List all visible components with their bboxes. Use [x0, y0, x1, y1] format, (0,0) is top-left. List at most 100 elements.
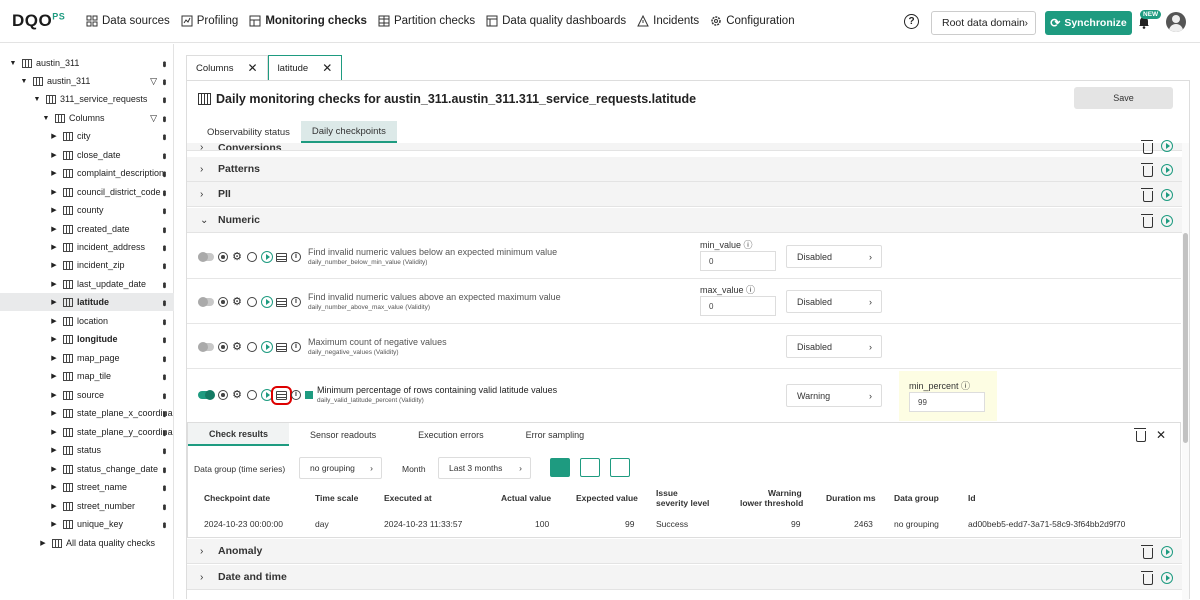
tab-execution-errors[interactable]: Execution errors: [397, 423, 505, 446]
more-options-icon[interactable]: •••: [158, 504, 169, 509]
more-options-icon[interactable]: •••: [158, 356, 169, 361]
enable-toggle[interactable]: [198, 390, 215, 400]
more-options-icon[interactable]: •••: [158, 300, 169, 305]
scrollbar[interactable]: [1182, 143, 1189, 600]
settings-gear-icon[interactable]: ⚙: [232, 252, 242, 263]
expand-right-icon[interactable]: ▶: [49, 446, 59, 454]
more-options-icon[interactable]: •••: [158, 227, 169, 232]
more-options-icon[interactable]: •••: [158, 171, 169, 176]
more-options-icon[interactable]: •••: [158, 61, 169, 66]
tree-item-columns[interactable]: ▼ Columns ••• ▽: [0, 109, 174, 127]
nav-data-sources[interactable]: Data sources: [86, 15, 170, 27]
more-options-icon[interactable]: •••: [158, 79, 169, 84]
more-options-icon[interactable]: •••: [158, 282, 169, 287]
tree-item-unique-key[interactable]: ▶ unique_key •••: [0, 515, 174, 533]
expand-right-icon[interactable]: ▶: [49, 317, 59, 325]
category-patterns[interactable]: › Patterns: [187, 157, 1189, 182]
results-icon[interactable]: [271, 386, 292, 405]
tree-item-close-date[interactable]: ▶ close_date •••: [0, 146, 174, 164]
info-icon[interactable]: i: [291, 390, 301, 400]
more-options-icon[interactable]: •••: [158, 134, 169, 139]
settings-gear-icon[interactable]: ⚙: [232, 342, 242, 353]
run-icon[interactable]: [1161, 189, 1173, 201]
tree-item-street-name[interactable]: ▶ street_name •••: [0, 478, 174, 496]
target-icon[interactable]: [218, 252, 228, 262]
expand-right-icon[interactable]: ▶: [49, 391, 59, 399]
synchronize-button[interactable]: ⟳ Synchronize: [1045, 11, 1132, 35]
tree-item-latitude[interactable]: ▶ latitude •••: [0, 293, 174, 311]
category-conversions[interactable]: › Conversions: [187, 143, 1189, 151]
nav-partition-checks[interactable]: Partition checks: [378, 15, 475, 27]
tree-item-last-update-date[interactable]: ▶ last_update_date •••: [0, 275, 174, 293]
settings-gear-icon[interactable]: ⚙: [232, 297, 242, 308]
expand-right-icon[interactable]: ▶: [49, 132, 59, 140]
tab-observability-status[interactable]: Observability status: [196, 121, 301, 143]
trash-icon[interactable]: [1141, 188, 1153, 202]
expand-right-icon[interactable]: ▶: [49, 298, 59, 306]
more-options-icon[interactable]: •••: [158, 411, 169, 416]
settings-gear-icon[interactable]: ⚙: [232, 390, 242, 401]
target-icon[interactable]: [218, 390, 228, 400]
tree-item-incident-address[interactable]: ▶ incident_address •••: [0, 238, 174, 256]
tree-item-state-plane-x-coordina[interactable]: ▶ state_plane_x_coordina •••: [0, 404, 174, 422]
expand-right-icon[interactable]: ▶: [49, 243, 59, 251]
help-icon[interactable]: ?: [904, 14, 919, 29]
nav-monitoring-checks[interactable]: Monitoring checks: [249, 15, 367, 27]
trash-icon[interactable]: [1141, 140, 1153, 154]
clock-icon[interactable]: [247, 342, 257, 352]
tree-item-status-change-date[interactable]: ▶ status_change_date •••: [0, 460, 174, 478]
tab-columns[interactable]: Columns ✕: [186, 55, 268, 80]
expand-right-icon[interactable]: ▶: [49, 188, 59, 196]
target-icon[interactable]: [218, 297, 228, 307]
results-icon[interactable]: [276, 343, 287, 352]
tree-item-status[interactable]: ▶ status •••: [0, 441, 174, 459]
grouped-view-icon[interactable]: [580, 458, 600, 477]
more-options-icon[interactable]: •••: [158, 374, 169, 379]
more-options-icon[interactable]: •••: [158, 485, 169, 490]
more-options-icon[interactable]: •••: [158, 116, 169, 121]
tree-item-map-page[interactable]: ▶ map_page •••: [0, 349, 174, 367]
more-options-icon[interactable]: •••: [158, 245, 169, 250]
more-options-icon[interactable]: •••: [158, 467, 169, 472]
run-icon[interactable]: [1161, 215, 1173, 227]
min-value-input[interactable]: 0: [700, 251, 776, 271]
category-date-and-time[interactable]: › Date and time: [187, 565, 1189, 590]
data-group-select[interactable]: no grouping ›: [299, 457, 382, 479]
more-options-icon[interactable]: •••: [158, 393, 169, 398]
more-options-icon[interactable]: •••: [158, 97, 169, 102]
run-check-icon[interactable]: [261, 389, 273, 401]
expand-right-icon[interactable]: ▶: [49, 428, 59, 436]
tab-latitude[interactable]: latitude ✕: [267, 55, 343, 80]
filter-icon[interactable]: ▽: [150, 113, 157, 124]
category-numeric[interactable]: ⌄ Numeric: [187, 208, 1189, 233]
close-icon[interactable]: ✕: [1156, 428, 1166, 442]
trash-icon[interactable]: [1141, 214, 1153, 228]
more-options-icon[interactable]: •••: [158, 430, 169, 435]
expand-right-icon[interactable]: ▶: [49, 465, 59, 473]
more-options-icon[interactable]: •••: [158, 208, 169, 213]
tree-item-city[interactable]: ▶ city •••: [0, 127, 174, 145]
run-icon[interactable]: [1161, 546, 1173, 558]
severity-dropdown[interactable]: Disabled ›: [786, 245, 882, 268]
enable-toggle[interactable]: [198, 252, 214, 262]
results-icon[interactable]: [276, 253, 287, 262]
tree-item-council-district-code[interactable]: ▶ council_district_code •••: [0, 183, 174, 201]
dqops-logo[interactable]: DQOPS: [12, 11, 74, 31]
expand-right-icon[interactable]: ▶: [49, 151, 59, 159]
tree-item-map-tile[interactable]: ▶ map_tile •••: [0, 367, 174, 385]
run-check-icon[interactable]: [261, 341, 273, 353]
expand-right-icon[interactable]: ▶: [49, 261, 59, 269]
expand-down-icon[interactable]: ▼: [19, 78, 29, 85]
expand-right-icon[interactable]: ▶: [49, 354, 59, 362]
expand-right-icon[interactable]: ▶: [49, 372, 59, 380]
more-options-icon[interactable]: •••: [158, 190, 169, 195]
expand-right-icon[interactable]: ▶: [38, 539, 48, 547]
clock-icon[interactable]: [247, 390, 257, 400]
tab-check-results[interactable]: Check results: [188, 423, 290, 446]
nav-dashboards[interactable]: Data quality dashboards: [486, 15, 626, 27]
run-check-icon[interactable]: [261, 251, 273, 263]
max-value-input[interactable]: 0: [700, 296, 776, 316]
tree-item-state-plane-y-coordina[interactable]: ▶ state_plane_y_coordina •••: [0, 423, 174, 441]
category-pii[interactable]: › PII: [187, 182, 1189, 207]
info-icon[interactable]: i: [291, 252, 301, 262]
